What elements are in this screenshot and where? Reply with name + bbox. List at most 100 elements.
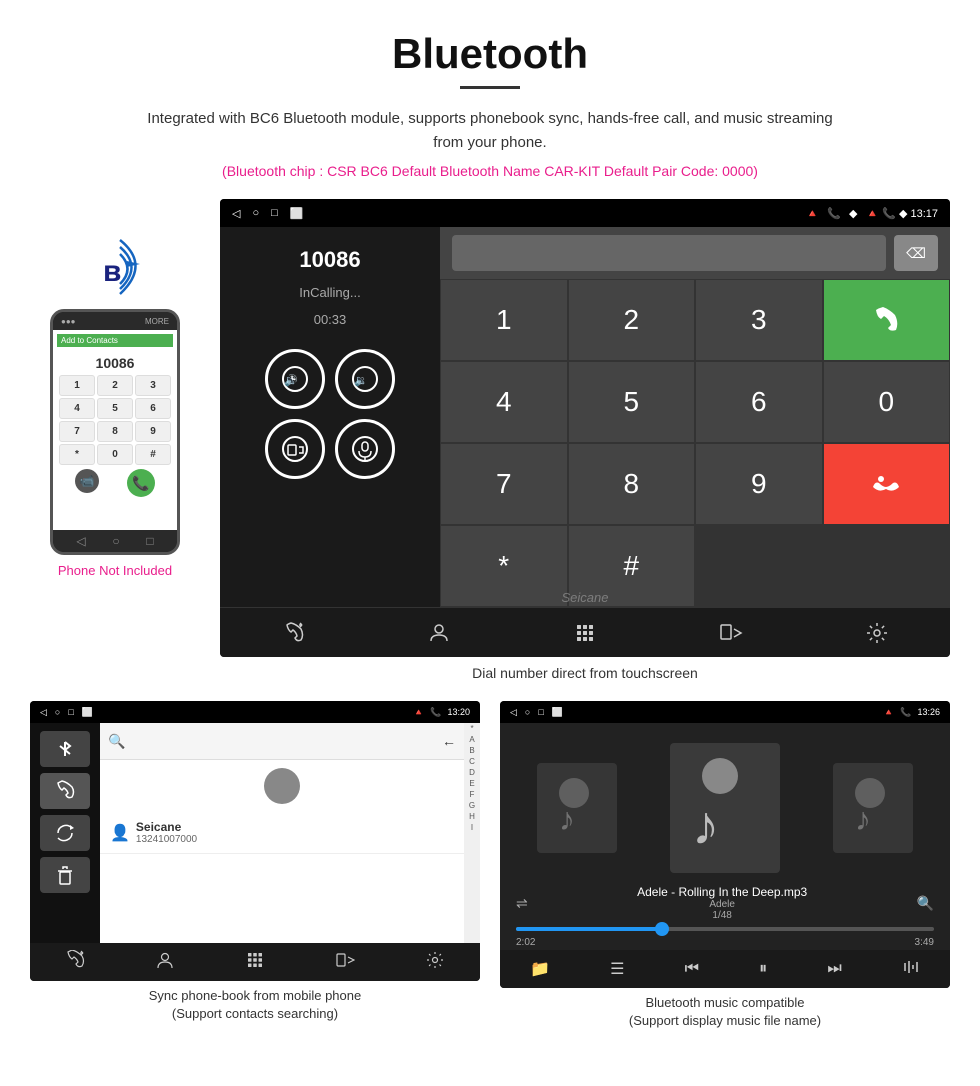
dial-key-7[interactable]: 7 (440, 443, 568, 525)
pb-alpha-c[interactable]: C (469, 756, 475, 767)
music-btn-play[interactable]: ⏸ (759, 960, 767, 978)
pb-bluetooth-btn[interactable] (40, 731, 90, 767)
pb-contact-avatar: 👤 (110, 823, 130, 843)
phone-key-4[interactable]: 4 (59, 398, 95, 419)
dial-key-6[interactable]: 6 (695, 361, 823, 443)
car-nav-back[interactable]: ◁ (232, 207, 240, 220)
mute-btn[interactable] (335, 419, 395, 479)
phone-key-5[interactable]: 5 (97, 398, 133, 419)
dial-key-3[interactable]: 3 (695, 279, 823, 361)
pb-refresh-btn[interactable] (40, 815, 90, 851)
pb-nav-extra[interactable]: ⬜ (82, 707, 93, 718)
volume-down-btn[interactable]: -🔉 (335, 349, 395, 409)
volume-up-btn[interactable]: +🔊 (265, 349, 325, 409)
dial-key-8[interactable]: 8 (568, 443, 696, 525)
phone-home-btn[interactable]: ○ (112, 534, 119, 548)
dial-key-5[interactable]: 5 (568, 361, 696, 443)
pb-btn-contacts[interactable] (155, 950, 175, 975)
music-nav-back[interactable]: ◁ (510, 707, 517, 718)
pb-scroll-ball[interactable] (264, 768, 300, 804)
music-progress-bar[interactable] (516, 927, 934, 931)
car-nav-extra[interactable]: ⬜ (290, 207, 304, 220)
pb-nav-back[interactable]: ◁ (40, 707, 47, 718)
dial-key-4[interactable]: 4 (440, 361, 568, 443)
phone-key-0[interactable]: 0 (97, 444, 133, 465)
phone-key-3[interactable]: 3 (135, 375, 171, 396)
pb-btn-calls[interactable] (65, 950, 85, 975)
pb-nav-left: ◁ ○ □ ⬜ (40, 707, 93, 718)
pb-btn-settings[interactable] (425, 950, 445, 975)
dial-key-0[interactable]: 0 (823, 361, 951, 443)
phone-key-6[interactable]: 6 (135, 398, 171, 419)
phone-key-7[interactable]: 7 (59, 421, 95, 442)
pb-search-input[interactable] (131, 729, 436, 753)
phone-recent-btn[interactable]: □ (146, 534, 153, 548)
called-number: 10086 (299, 247, 360, 273)
music-progress-dot[interactable] (655, 922, 669, 936)
music-nav-home[interactable]: ○ (525, 707, 530, 718)
dial-key-9[interactable]: 9 (695, 443, 823, 525)
pb-alpha-g[interactable]: G (469, 800, 475, 811)
music-btn-next[interactable]: ⏭ (827, 960, 841, 978)
phone-back-btn[interactable]: ◁ (76, 534, 85, 548)
pb-alpha-h[interactable]: H (469, 811, 475, 822)
music-nav-extra[interactable]: ⬜ (552, 707, 563, 718)
music-album-area: ♪ ♪ ♪ (500, 723, 950, 883)
dial-key-call[interactable] (823, 279, 951, 361)
svg-text:ʙ: ʙ (103, 255, 121, 288)
pb-alpha-e[interactable]: E (469, 778, 474, 789)
music-btn-eq[interactable] (902, 958, 920, 981)
dial-key-2[interactable]: 2 (568, 279, 696, 361)
pb-nav-home[interactable]: ○ (55, 707, 60, 718)
dialpad-delete-btn[interactable]: ⌫ (894, 235, 938, 271)
music-btn-folder[interactable]: 📁 (530, 959, 550, 979)
pb-alpha-f[interactable]: F (470, 789, 475, 800)
phone-not-included-label: Phone Not Included (58, 563, 172, 578)
pb-alpha-star[interactable]: * (470, 723, 473, 734)
pb-alpha-i[interactable]: I (471, 822, 473, 833)
call-timer: 00:33 (314, 312, 347, 327)
pb-alpha-b[interactable]: B (469, 745, 474, 756)
phone-key-1[interactable]: 1 (59, 375, 95, 396)
phone-video-btn[interactable]: 📹 (75, 469, 99, 493)
phonebook-caption: Sync phone-book from mobile phone (Suppo… (30, 987, 480, 1023)
phone-call-btn[interactable]: 📞 (127, 469, 155, 497)
pb-phone-icon: 📞 (430, 707, 441, 718)
pb-contacts-list: 🔍 ← 👤 Seicane 13241007000 (100, 723, 464, 943)
car-btn-contacts[interactable] (414, 608, 464, 658)
phone-mockup: ●●● MORE Add to Contacts 10086 1 2 3 4 5… (50, 309, 180, 555)
pb-phone-btn[interactable] (40, 773, 90, 809)
music-shuffle-icon[interactable]: ⇌ (516, 895, 528, 912)
phone-key-star[interactable]: * (59, 444, 95, 465)
dialpad-input-field[interactable] (452, 235, 886, 271)
music-btn-prev[interactable]: ⏮ (685, 960, 699, 978)
dial-key-1[interactable]: 1 (440, 279, 568, 361)
pb-back-arrow[interactable]: ← (442, 733, 456, 749)
phone-key-9[interactable]: 9 (135, 421, 171, 442)
phone-key-2[interactable]: 2 (97, 375, 133, 396)
car-nav-home[interactable]: ○ (252, 207, 259, 220)
phone-top-bar: ●●● MORE (53, 312, 177, 330)
music-nav-recent[interactable]: □ (538, 707, 543, 718)
pb-delete-btn[interactable] (40, 857, 90, 893)
car-btn-settings[interactable] (852, 608, 902, 658)
pb-alpha-d[interactable]: D (469, 767, 475, 778)
car-btn-calls[interactable] (268, 608, 318, 658)
switch-call-btn[interactable] (265, 419, 325, 479)
car-screen-main: ◁ ○ □ ⬜ 🔺 📞 ◆ 🔺 📞 ◆ 13:17 10086 InCall (220, 199, 950, 657)
car-nav-recent[interactable]: □ (271, 207, 278, 220)
car-btn-dialpad[interactable] (560, 608, 610, 658)
pb-contact-item[interactable]: 👤 Seicane 13241007000 (100, 812, 464, 854)
music-search-icon[interactable]: 🔍 (917, 895, 934, 912)
pb-nav-recent[interactable]: □ (68, 707, 73, 718)
car-btn-transfer[interactable] (706, 608, 756, 658)
dial-key-star[interactable]: * (440, 525, 568, 607)
phone-key-hash[interactable]: # (135, 444, 171, 465)
dial-key-end[interactable] (823, 443, 951, 525)
pb-btn-transfer[interactable] (335, 950, 355, 975)
car-phone-icon: 📞 (827, 207, 841, 220)
phone-key-8[interactable]: 8 (97, 421, 133, 442)
pb-btn-dialpad[interactable] (245, 950, 265, 975)
pb-alpha-a[interactable]: A (469, 734, 474, 745)
music-btn-list[interactable]: ☰ (610, 959, 624, 979)
